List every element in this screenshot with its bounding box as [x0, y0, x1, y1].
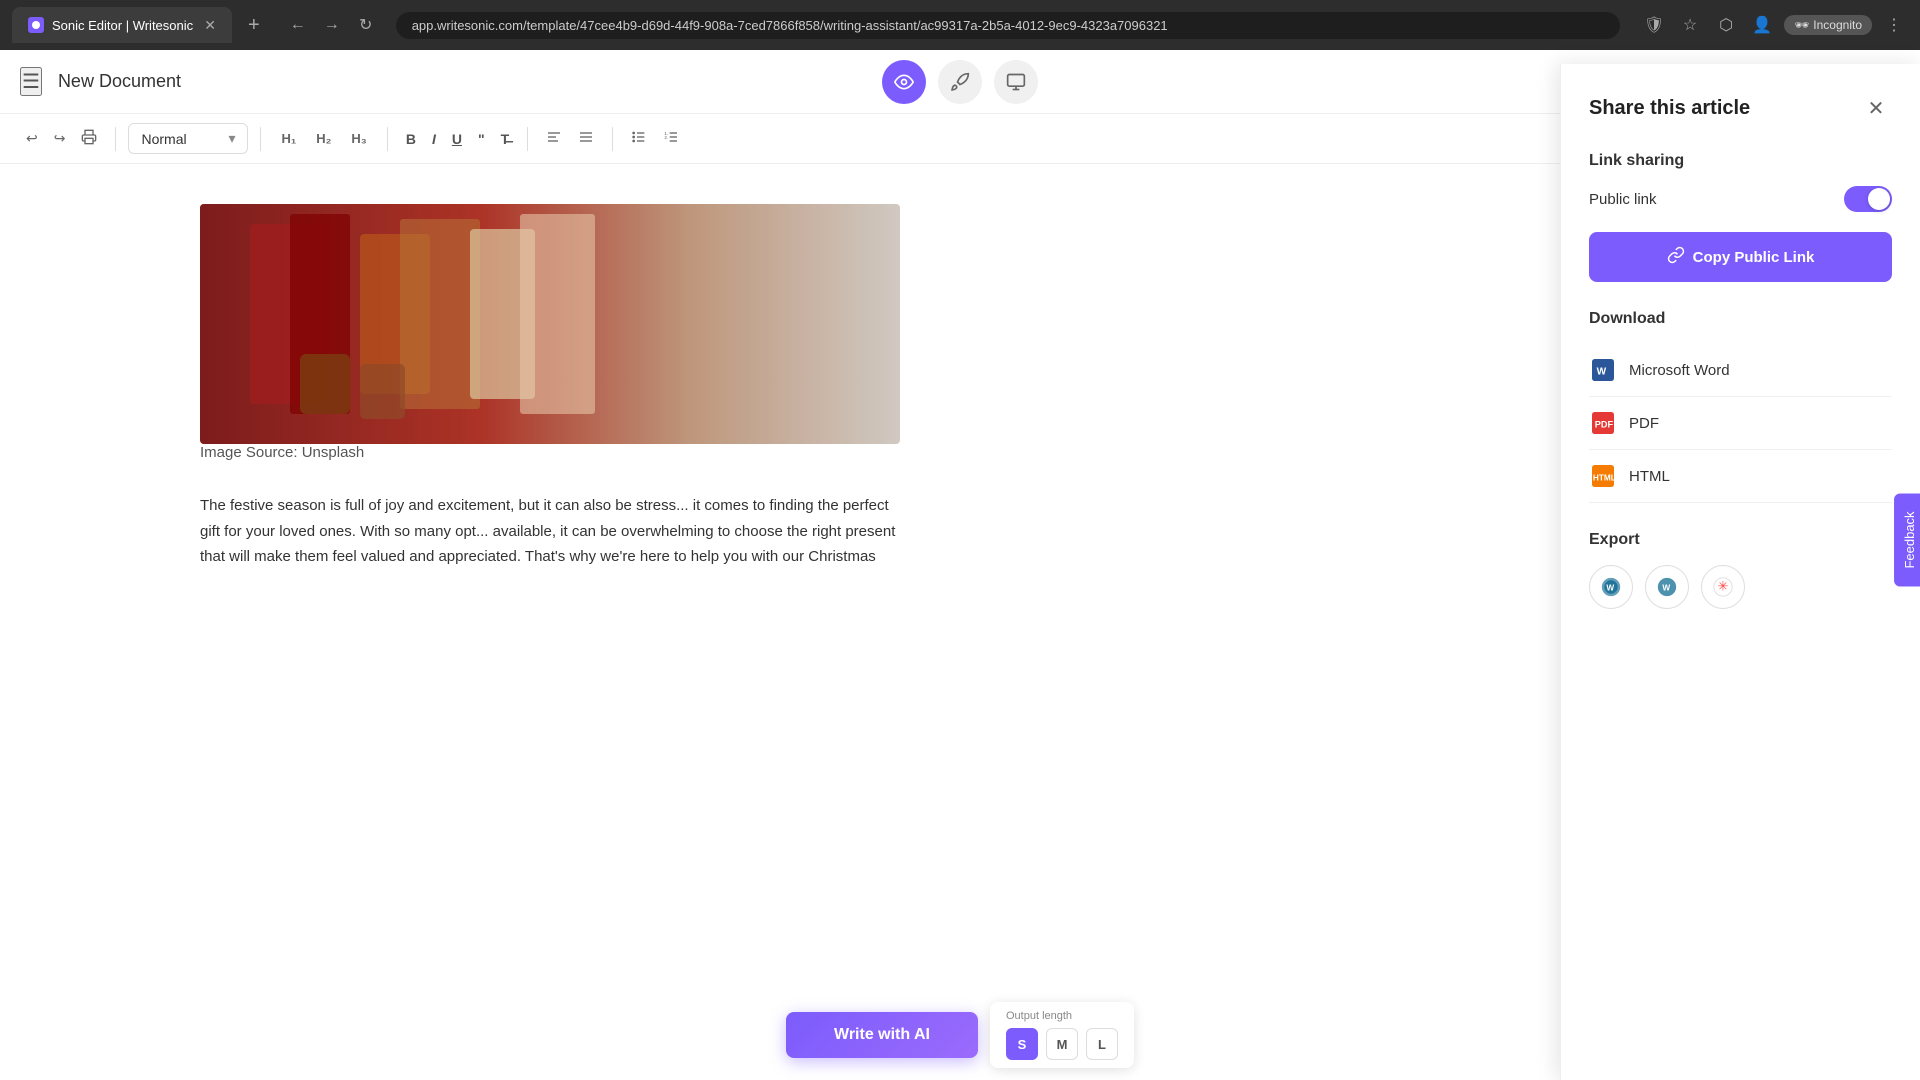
incognito-badge: 🕶 Incognito — [1784, 15, 1872, 35]
pdf-icon: PDF — [1589, 409, 1617, 437]
bookmark-icon[interactable]: ☆ — [1676, 11, 1704, 39]
public-link-toggle[interactable] — [1844, 186, 1892, 212]
svg-text:✳: ✳ — [1718, 579, 1729, 594]
html-icon: HTML — [1589, 462, 1617, 490]
feedback-tab[interactable]: Feedback — [1894, 493, 1920, 586]
toggle-knob — [1868, 188, 1890, 210]
underline-button[interactable]: U — [446, 125, 468, 153]
menu-icon[interactable]: ⋮ — [1880, 11, 1908, 39]
tab-title: Sonic Editor | Writesonic — [52, 18, 193, 33]
size-large-button[interactable]: L — [1086, 1028, 1118, 1060]
divider-1 — [115, 127, 116, 151]
new-tab-button[interactable]: + — [240, 10, 268, 41]
h2-button[interactable]: H₂ — [308, 125, 339, 152]
download-html-item[interactable]: HTML HTML — [1589, 450, 1892, 503]
url-text: app.writesonic.com/template/47cee4b9-d69… — [412, 18, 1168, 33]
redo-button[interactable]: ↪ — [48, 124, 72, 153]
download-word-item[interactable]: W Microsoft Word — [1589, 344, 1892, 397]
export-star-button[interactable]: ✳ — [1701, 565, 1745, 609]
output-length-panel: Output length S M L — [990, 1002, 1134, 1068]
incognito-label: Incognito — [1813, 18, 1862, 32]
tab-favicon — [28, 17, 44, 33]
svg-text:PDF: PDF — [1595, 420, 1614, 430]
svg-text:2.: 2. — [664, 135, 668, 140]
public-link-label: Public link — [1589, 191, 1657, 208]
download-pdf-item[interactable]: PDF PDF — [1589, 397, 1892, 450]
italic-button[interactable]: I — [426, 125, 442, 153]
shield-icon[interactable]: 🛡 — [1640, 11, 1668, 39]
reload-button[interactable]: ↻ — [352, 11, 380, 39]
output-length-label: Output length — [1006, 1010, 1118, 1022]
download-section: Download W Microsoft Word PDF PDF HTML H… — [1589, 310, 1892, 503]
document-title: New Document — [58, 71, 181, 92]
chevron-down-icon: ▾ — [228, 130, 235, 147]
svg-text:W: W — [1606, 584, 1614, 593]
forward-button[interactable]: → — [318, 11, 346, 39]
download-pdf-label: PDF — [1629, 415, 1659, 432]
size-small-button[interactable]: S — [1006, 1028, 1038, 1060]
share-panel-title: Share this article — [1589, 97, 1750, 120]
unordered-list-button[interactable] — [625, 123, 653, 154]
copy-public-link-button[interactable]: Copy Public Link — [1589, 232, 1892, 282]
rocket-mode-button[interactable] — [938, 60, 982, 104]
extension-icon[interactable]: ⬡ — [1712, 11, 1740, 39]
print-button[interactable] — [75, 123, 103, 154]
bold-button[interactable]: B — [400, 125, 422, 153]
align-left-button[interactable] — [540, 123, 568, 154]
size-medium-button[interactable]: M — [1046, 1028, 1078, 1060]
sidebar-toggle-button[interactable]: ☰ — [20, 67, 42, 96]
download-section-title: Download — [1589, 310, 1892, 328]
svg-text:W: W — [1597, 367, 1607, 378]
h3-button[interactable]: H₃ — [343, 125, 374, 152]
toolbar-center-buttons — [882, 60, 1038, 104]
export-section-title: Export — [1589, 531, 1892, 549]
export-section: Export W W ✳ — [1589, 531, 1892, 609]
h1-button[interactable]: H₁ — [273, 125, 304, 152]
share-panel-header: Share this article ✕ — [1589, 92, 1892, 124]
export-icons: W W ✳ — [1589, 565, 1892, 609]
word-icon: W — [1589, 356, 1617, 384]
browser-tab[interactable]: Sonic Editor | Writesonic ✕ — [12, 7, 232, 43]
tab-close-icon[interactable]: ✕ — [204, 17, 216, 34]
share-panel-close-button[interactable]: ✕ — [1860, 92, 1892, 124]
size-buttons: S M L — [1006, 1028, 1118, 1060]
link-sharing-section-title: Link sharing — [1589, 152, 1892, 170]
profile-icon[interactable]: 👤 — [1748, 11, 1776, 39]
clear-format-button[interactable]: T̶ — [495, 125, 516, 153]
divider-3 — [387, 127, 388, 151]
article-text: The festive season is full of joy and ex… — [200, 493, 900, 570]
svg-text:HTML: HTML — [1593, 474, 1614, 483]
share-panel: Share this article ✕ Link sharing Public… — [1560, 64, 1920, 1080]
align-more-button[interactable] — [572, 123, 600, 154]
divider-4 — [527, 127, 528, 151]
download-html-label: HTML — [1629, 468, 1670, 485]
divider-5 — [612, 127, 613, 151]
divider-2 — [260, 127, 261, 151]
article-image — [200, 204, 900, 444]
style-dropdown[interactable]: Normal ▾ — [128, 123, 248, 154]
export-wordpress-alt-button[interactable]: W — [1645, 565, 1689, 609]
present-mode-button[interactable] — [994, 60, 1038, 104]
address-bar[interactable]: app.writesonic.com/template/47cee4b9-d69… — [396, 12, 1620, 39]
eye-mode-button[interactable] — [882, 60, 926, 104]
nav-controls: ← → ↻ — [284, 11, 380, 39]
copy-link-label: Copy Public Link — [1693, 249, 1815, 266]
browser-chrome: Sonic Editor | Writesonic ✕ + ← → ↻ app.… — [0, 0, 1920, 50]
bottom-bar: Write with AI Output length S M L — [766, 990, 1154, 1080]
copy-link-icon — [1667, 246, 1685, 268]
export-wordpress-button[interactable]: W — [1589, 565, 1633, 609]
ordered-list-button[interactable]: 1.2. — [657, 123, 685, 154]
feedback-label: Feedback — [1902, 511, 1917, 568]
quote-button[interactable]: " — [472, 125, 491, 153]
image-source: Image Source: Unsplash — [200, 444, 1712, 461]
back-button[interactable]: ← — [284, 11, 312, 39]
browser-actions: 🛡 ☆ ⬡ 👤 🕶 Incognito ⋮ — [1640, 11, 1908, 39]
svg-text:W: W — [1662, 584, 1670, 593]
write-ai-button[interactable]: Write with AI — [786, 1012, 978, 1058]
public-link-row: Public link — [1589, 186, 1892, 212]
undo-button[interactable]: ↩ — [20, 124, 44, 153]
download-word-label: Microsoft Word — [1629, 362, 1730, 379]
style-label: Normal — [141, 131, 186, 147]
